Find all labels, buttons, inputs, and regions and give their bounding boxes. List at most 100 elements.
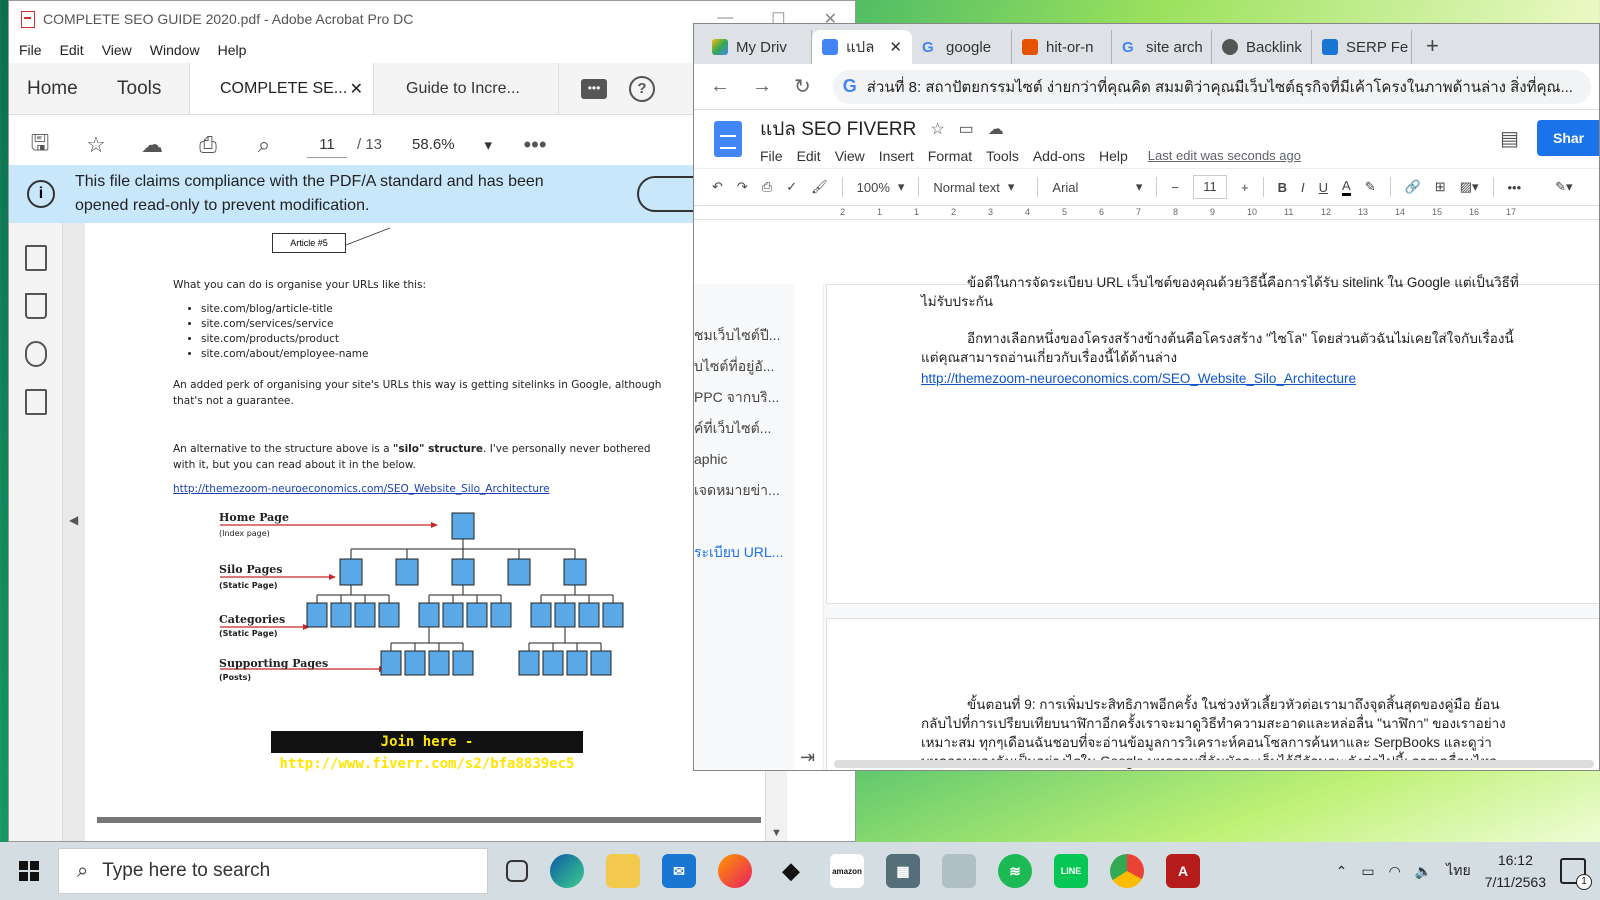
scroll-down-icon[interactable]: ▼ <box>771 827 782 839</box>
tab-docs-active[interactable]: แปล ✕ <box>812 30 912 64</box>
link-icon[interactable]: 🔗 <box>1405 179 1421 195</box>
menu-file[interactable]: File <box>760 148 783 164</box>
font-dropdown[interactable]: Arial ▾ <box>1052 179 1142 195</box>
zoom-search-icon[interactable]: ⌕ <box>251 132 277 158</box>
outline-item[interactable]: ค์ที่เว็บไซต์... <box>694 413 794 444</box>
edge-icon[interactable] <box>550 854 584 888</box>
outline-item[interactable]: บไซต์ที่อยู่อั... <box>694 351 794 382</box>
file-explorer-icon[interactable] <box>606 854 640 888</box>
zoom-dropdown[interactable]: 58.6% ▾ <box>412 136 492 154</box>
start-button[interactable] <box>0 861 58 881</box>
docs-horizontal-scrollbar[interactable] <box>834 760 1594 768</box>
save-icon[interactable]: 🖫 <box>27 130 53 158</box>
tab-tools[interactable]: Tools <box>99 63 189 114</box>
tab-guide[interactable]: Guide to Incre... <box>374 63 559 114</box>
language-indicator[interactable]: ไทย <box>1446 860 1470 882</box>
upload-cloud-icon[interactable]: ☁ <box>139 132 165 158</box>
outline-item-selected[interactable]: ระเบียบ URL... <box>694 537 794 568</box>
page-number-input[interactable]: 11 <box>307 132 347 158</box>
tab-complete-seo[interactable]: COMPLETE SE... ✕ <box>189 63 374 114</box>
italic-icon[interactable]: I <box>1301 180 1305 195</box>
tab-serp[interactable]: SERP Fe <box>1312 30 1412 64</box>
bold-icon[interactable]: B <box>1278 180 1287 195</box>
tab-site-arch[interactable]: Gsite arch <box>1112 30 1212 64</box>
outline-item[interactable]: เจดหมายข่า... <box>694 475 794 506</box>
add-comment-icon[interactable]: ⊞ <box>1435 179 1446 195</box>
bookmark-icon[interactable] <box>24 293 47 319</box>
volume-icon[interactable]: 🔈 <box>1415 863 1432 880</box>
undo-icon[interactable]: ↶ <box>712 179 723 195</box>
forward-icon[interactable]: → <box>752 75 772 98</box>
menu-edit[interactable]: Edit <box>797 148 821 164</box>
zoom-dropdown[interactable]: 100% ▾ <box>857 179 905 195</box>
close-tab-icon[interactable]: ✕ <box>350 79 363 99</box>
menu-edit[interactable]: Edit <box>60 42 84 58</box>
pdf-silo-link[interactable]: http://themezoom-neuroeconomics.com/SEO_… <box>173 483 550 495</box>
comment-history-icon[interactable]: ▤ <box>1500 126 1519 151</box>
line-icon[interactable]: LINE <box>1054 854 1088 888</box>
doc-paragraph-1[interactable]: ข้อดีในการจัดระเบียบ URL เว็บไซต์ของคุณด… <box>921 273 1521 311</box>
share-button[interactable]: Shar <box>1537 120 1599 156</box>
menu-view[interactable]: View <box>835 148 865 164</box>
comment-icon[interactable]: ••• <box>581 78 607 99</box>
doc-title[interactable]: แปล SEO FIVERR <box>760 114 916 144</box>
firefox-icon[interactable] <box>718 854 752 888</box>
acrobat-icon[interactable]: A <box>1166 854 1200 888</box>
tab-google[interactable]: Ggoogle <box>912 30 1012 64</box>
increase-size-icon[interactable]: + <box>1241 180 1249 195</box>
editing-mode-icon[interactable]: ✎▾ <box>1555 179 1572 195</box>
menu-view[interactable]: View <box>102 42 132 58</box>
taskbar-search[interactable]: ⌕ Type here to search <box>58 848 488 894</box>
menu-addons[interactable]: Add-ons <box>1033 148 1085 164</box>
insert-image-icon[interactable]: ▨▾ <box>1460 179 1479 195</box>
print-icon[interactable]: ⎙ <box>195 132 221 158</box>
menu-file[interactable]: File <box>19 42 42 58</box>
chrome-icon[interactable] <box>1110 854 1144 888</box>
outline-item[interactable]: PPC จากบริ... <box>694 382 794 413</box>
outline-item[interactable]: aphic <box>694 444 794 475</box>
redo-icon[interactable]: ↷ <box>737 179 748 195</box>
decrease-size-icon[interactable]: − <box>1171 180 1179 195</box>
notification-icon[interactable]: 1 <box>1560 858 1592 890</box>
text-color-icon[interactable]: A <box>1342 178 1351 196</box>
move-folder-icon[interactable]: ▭ <box>959 119 974 139</box>
pages-icon[interactable] <box>24 245 47 271</box>
panel-collapse[interactable]: ◀ <box>63 223 85 841</box>
help-icon[interactable]: ? <box>629 75 655 102</box>
last-edit-link[interactable]: Last edit was seconds ago <box>1148 148 1301 164</box>
spotify-icon[interactable]: ≋ <box>998 854 1032 888</box>
style-dropdown[interactable]: Normal text ▾ <box>933 179 1023 195</box>
pdf-horizontal-scrollbar[interactable] <box>97 817 761 823</box>
clock[interactable]: 16:12 7/11/2563 <box>1485 849 1546 893</box>
font-size-input[interactable]: 11 <box>1193 175 1228 199</box>
close-tab-icon[interactable]: ✕ <box>889 38 902 56</box>
star-icon[interactable]: ☆ <box>83 132 109 158</box>
calculator-icon[interactable]: ▦ <box>886 854 920 888</box>
address-bar[interactable]: G ส่วนที่ 8: สถาปัตยกรรมไซต์ ง่ายกว่าที่… <box>832 69 1591 104</box>
dropbox-icon[interactable]: ◆ <box>774 854 808 888</box>
menu-help[interactable]: Help <box>1099 148 1128 164</box>
tab-home[interactable]: Home <box>9 63 99 114</box>
chevron-up-icon[interactable]: ⌃ <box>1336 863 1348 880</box>
tab-backlink[interactable]: Backlink <box>1212 30 1312 64</box>
attachment-icon[interactable] <box>24 341 47 367</box>
menu-format[interactable]: Format <box>928 148 972 164</box>
paint-format-icon[interactable]: 🖌 <box>811 179 828 195</box>
star-icon[interactable]: ☆ <box>930 119 944 139</box>
menu-insert[interactable]: Insert <box>879 148 914 164</box>
back-icon[interactable]: ← <box>710 75 730 98</box>
outline-item[interactable] <box>694 506 794 537</box>
menu-tools[interactable]: Tools <box>986 148 1019 164</box>
docs-logo-icon[interactable] <box>714 121 742 157</box>
reload-icon[interactable]: ↻ <box>794 74 811 99</box>
doc-paragraph-2[interactable]: อีกทางเลือกหนึ่งของโครงสร้างข้างต้นคือโค… <box>921 329 1521 367</box>
collapse-outline-icon[interactable]: ⇥ <box>800 747 815 768</box>
more-icon[interactable]: ••• <box>1508 180 1522 195</box>
tab-my-drive[interactable]: My Driv <box>702 30 812 64</box>
task-view-icon[interactable] <box>506 860 528 882</box>
battery-icon[interactable]: ▭ <box>1361 863 1374 880</box>
mail-icon[interactable]: ✉ <box>662 854 696 888</box>
tab-hit-or-n[interactable]: hit-or-n <box>1012 30 1112 64</box>
doc-silo-link[interactable]: http://themezoom-neuroeconomics.com/SEO_… <box>921 369 1521 388</box>
wifi-icon[interactable]: ◠ <box>1389 863 1401 880</box>
